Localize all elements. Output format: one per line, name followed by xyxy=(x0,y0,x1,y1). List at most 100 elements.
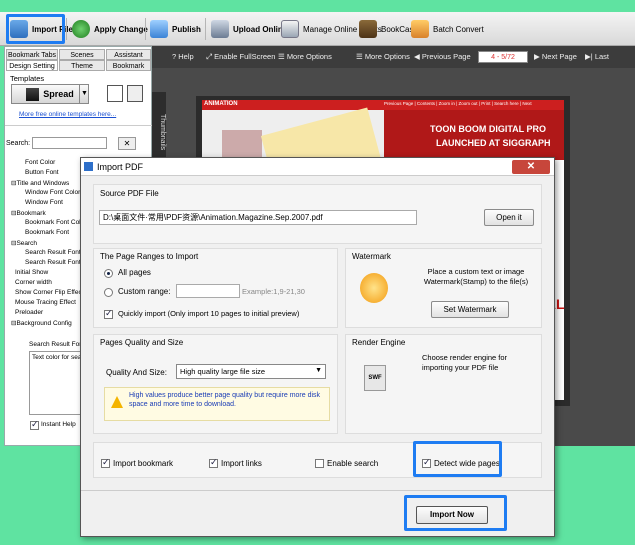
range-example: Example:1,9-21,30 xyxy=(242,287,305,296)
instant-help-label: Instant Help xyxy=(41,421,76,428)
save-template-icon[interactable] xyxy=(107,85,123,102)
source-pdf-group: Source PDF File D:\桌面文件·常用\PDF资源\Animati… xyxy=(93,184,542,244)
bookcase-icon xyxy=(359,20,377,38)
page-nav-strip: Previous Page | Contents | Zoom in | Zoo… xyxy=(384,101,532,106)
quality-group: Pages Quality and Size Quality And Size:… xyxy=(93,334,338,434)
custom-range-label: Custom range: xyxy=(118,287,171,296)
bookcase-button[interactable]: BookCase xyxy=(359,17,418,41)
template-thumbnail-icon xyxy=(26,87,40,101)
import-bookmark-label: Import bookmark xyxy=(113,459,174,468)
more-options-button-2[interactable]: ☰ More Options xyxy=(356,52,410,61)
watermark-description: Place a custom text or image Watermark(S… xyxy=(423,267,529,286)
tab-scenes[interactable]: Scenes xyxy=(59,49,105,60)
template-selector[interactable]: Spread xyxy=(11,84,89,104)
clear-search-button[interactable]: ✕ xyxy=(118,137,136,150)
search-input[interactable] xyxy=(32,137,107,149)
templates-label: Templates xyxy=(10,74,45,83)
swf-file-icon: SWF xyxy=(364,365,386,391)
tree-item[interactable]: ⊟Background Config xyxy=(11,319,72,327)
more-templates-link[interactable]: More free online templates here... xyxy=(19,111,116,118)
watermark-label: Watermark xyxy=(352,252,391,261)
import-bookmark-checkbox[interactable] xyxy=(101,457,110,468)
import-file-highlight xyxy=(6,14,65,44)
tree-item[interactable]: Search Result Font xyxy=(25,259,81,266)
previous-page-button[interactable]: ◀ Previous Page xyxy=(414,52,471,61)
tree-item[interactable]: Font Color xyxy=(25,159,55,166)
banner-line-2: LAUNCHED AT SIGGRAPH xyxy=(436,138,551,148)
quality-warning-text: High values produce better page quality … xyxy=(129,392,321,408)
detect-wide-pages-highlight xyxy=(413,441,502,477)
watermark-group: Watermark Place a custom text or image W… xyxy=(345,248,542,328)
news-banner: TOON BOOM DIGITAL PRO LAUNCHED AT SIGGRA… xyxy=(384,110,564,160)
source-label: Source PDF File xyxy=(100,189,159,198)
page-ranges-label: The Page Ranges to Import xyxy=(100,252,199,261)
all-pages-radio[interactable] xyxy=(104,269,113,278)
tree-item[interactable]: Initial Show xyxy=(15,269,48,276)
upload-online-button[interactable]: Upload Online xyxy=(211,17,287,41)
tree-item[interactable]: ⊟Bookmark xyxy=(11,209,46,217)
last-page-button[interactable]: ▶| Last xyxy=(585,52,609,61)
tree-item[interactable]: Bookmark Font Color xyxy=(25,219,86,226)
tab-assistant[interactable]: Assistant xyxy=(106,49,151,60)
tree-item[interactable]: Window Font Color xyxy=(25,189,80,196)
open-it-button[interactable]: Open it xyxy=(484,209,534,226)
page-number-input[interactable]: 4 - 5/72 xyxy=(478,51,528,63)
tab-bookmark-tabs[interactable]: Bookmark Tabs xyxy=(6,49,58,60)
help-button[interactable]: ? Help xyxy=(172,52,194,61)
batch-convert-icon xyxy=(411,20,429,38)
render-engine-label: Render Engine xyxy=(352,338,406,347)
next-page-button[interactable]: ▶ Next Page xyxy=(534,52,577,61)
import-links-checkbox[interactable] xyxy=(209,457,218,468)
tree-item[interactable]: Preloader xyxy=(15,309,43,316)
chevron-down-icon[interactable]: ▼ xyxy=(79,84,89,104)
page-ranges-group: The Page Ranges to Import All pages Cust… xyxy=(93,248,338,328)
quality-size-label: Quality And Size: xyxy=(106,368,167,377)
publish-button[interactable]: Publish xyxy=(150,17,201,41)
fullscreen-button[interactable]: ⤢ Enable FullScreen xyxy=(206,52,275,62)
apply-change-icon xyxy=(72,20,90,38)
quality-warning-box: High values produce better page quality … xyxy=(104,387,330,421)
upload-icon xyxy=(211,20,229,38)
tab-design-setting[interactable]: Design Setting xyxy=(6,60,58,71)
tree-item[interactable]: ⊟Search xyxy=(11,239,37,247)
custom-range-radio[interactable] xyxy=(104,288,113,297)
manage-books-icon xyxy=(281,20,299,38)
search-label: Search: xyxy=(6,140,31,147)
tree-item[interactable]: Button Font xyxy=(25,169,59,176)
import-links-label: Import links xyxy=(221,459,262,468)
instant-help-checkbox[interactable] xyxy=(30,419,39,430)
dialog-footer-divider xyxy=(81,490,554,491)
magazine-logo: ANIMATION xyxy=(204,101,238,107)
tab-bookmark[interactable]: Bookmark xyxy=(106,60,151,71)
tree-item[interactable]: ⊟Title and Windows xyxy=(11,179,69,187)
tree-item[interactable]: Search Result Font xyxy=(25,249,81,256)
more-options-button[interactable]: ☰ More Options xyxy=(278,52,332,61)
import-template-icon[interactable] xyxy=(127,85,143,102)
main-toolbar: Import File Apply Change Publish Upload … xyxy=(0,12,635,46)
import-pdf-dialog: Import PDF ✕ Source PDF File D:\桌面文件·常用\… xyxy=(80,157,555,537)
app-icon xyxy=(84,162,93,171)
apply-change-button[interactable]: Apply Change xyxy=(72,17,148,41)
toolbar-divider xyxy=(66,18,67,40)
tree-item[interactable]: Bookmark Font xyxy=(25,229,69,236)
tab-theme[interactable]: Theme xyxy=(59,60,105,71)
tree-item[interactable]: Window Font xyxy=(25,199,63,206)
panel-divider xyxy=(5,125,153,126)
banner-line-1: TOON BOOM DIGITAL PRO xyxy=(430,124,547,134)
source-path-field[interactable]: D:\桌面文件·常用\PDF资源\Animation.Magazine.Sep.… xyxy=(99,210,417,225)
batch-convert-button[interactable]: Batch Convert xyxy=(411,17,484,41)
set-watermark-button[interactable]: Set Watermark xyxy=(431,301,509,318)
tree-item[interactable]: Mouse Tracing Effect xyxy=(15,299,76,306)
enable-search-checkbox[interactable] xyxy=(315,459,324,468)
description-title: Search Result Font xyxy=(29,341,85,348)
tree-item[interactable]: Show Corner Flip Effect xyxy=(15,289,84,296)
quickly-import-checkbox[interactable] xyxy=(104,308,113,319)
all-pages-label: All pages xyxy=(118,268,151,277)
quickly-import-label: Quickly import (Only import 10 pages to … xyxy=(118,309,300,318)
custom-range-input[interactable] xyxy=(176,284,240,298)
close-button[interactable]: ✕ xyxy=(512,160,550,174)
enable-search-label: Enable search xyxy=(327,459,379,468)
quality-select[interactable]: High quality large file size ▼ xyxy=(176,364,326,379)
warning-icon xyxy=(111,396,123,408)
tree-item[interactable]: Corner width xyxy=(15,279,52,286)
